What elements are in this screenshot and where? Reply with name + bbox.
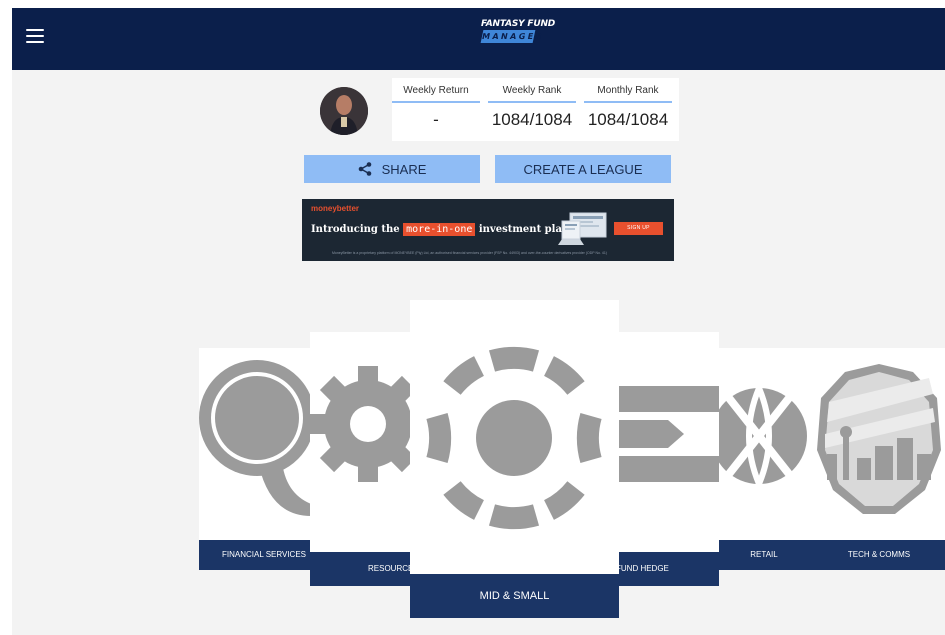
create-league-button[interactable]: CREATE A LEAGUE bbox=[495, 155, 671, 183]
weekly-return-value: - bbox=[433, 110, 439, 129]
top-navigation-bar: FANTASY FUND MANAGER bbox=[12, 8, 945, 70]
ad-headline-prefix: Introducing the bbox=[311, 224, 400, 235]
app-frame: FANTASY FUND MANAGER Weekly Return - Wee… bbox=[12, 8, 945, 635]
tech-comms-label: TECH & COMMS bbox=[847, 550, 911, 559]
retail-label: RETAIL bbox=[750, 550, 778, 559]
city-badge-icon bbox=[817, 364, 941, 514]
share-icon bbox=[358, 162, 371, 176]
weekly-return-label: Weekly Return bbox=[403, 85, 469, 96]
sector-card-retail-tech[interactable]: RETAIL TECH & COMMS bbox=[719, 348, 945, 570]
weekly-rank-label: Weekly Rank bbox=[502, 85, 562, 96]
card-label-bar: RETAIL TECH & COMMS bbox=[719, 540, 945, 570]
weekly-rank-stat: Weekly Rank 1084/1084 bbox=[488, 78, 576, 141]
monthly-rank-stat: Monthly Rank 1084/1084 bbox=[584, 78, 672, 141]
create-league-label: CREATE A LEAGUE bbox=[523, 161, 643, 177]
share-button[interactable]: SHARE bbox=[304, 155, 480, 183]
weekly-return-stat: Weekly Return - bbox=[392, 78, 480, 141]
ad-signup-button[interactable]: SIGN UP bbox=[614, 222, 663, 235]
hamburger-menu-icon[interactable] bbox=[26, 29, 44, 43]
ad-fine-print: MoneyBetter is a proprietary platform of… bbox=[332, 251, 607, 255]
stat-underline bbox=[584, 101, 672, 103]
weekly-rank-value: 1084/1084 bbox=[491, 110, 573, 129]
fantasy-fund-manager-logo[interactable]: FANTASY FUND MANAGER bbox=[480, 19, 556, 53]
moneybetter-ad-banner[interactable]: moneybetter Introducing the more-in-one … bbox=[302, 199, 674, 261]
monthly-rank-value: 1084/1084 bbox=[587, 110, 669, 129]
logo-line2: MANAGER bbox=[480, 30, 545, 43]
sector-card-mid-small[interactable]: MID & SMALL bbox=[410, 300, 619, 618]
avatar-portrait bbox=[320, 87, 368, 135]
ad-headline-highlight: more-in-one bbox=[403, 223, 476, 236]
sector-card-fund-hedge[interactable]: FUND HEDGE bbox=[608, 332, 719, 586]
segmented-circle-icon bbox=[426, 346, 602, 530]
user-stats-panel: Weekly Return - Weekly Rank 1084/1084 Mo… bbox=[392, 78, 679, 141]
logo-line1: FANTASY FUND bbox=[481, 19, 556, 29]
monthly-rank-label: Monthly Rank bbox=[597, 85, 659, 96]
ad-brand: moneybetter bbox=[311, 204, 360, 213]
stat-underline bbox=[488, 101, 576, 103]
user-avatar[interactable] bbox=[320, 87, 368, 135]
card-label: FUND HEDGE bbox=[608, 552, 719, 586]
share-label: SHARE bbox=[381, 161, 427, 177]
card-label: MID & SMALL bbox=[410, 574, 619, 618]
ad-headline: Introducing the more-in-one investment p… bbox=[311, 223, 593, 236]
flag-icon bbox=[608, 386, 719, 482]
stat-underline bbox=[392, 101, 480, 103]
laptop-icon bbox=[558, 212, 607, 245]
